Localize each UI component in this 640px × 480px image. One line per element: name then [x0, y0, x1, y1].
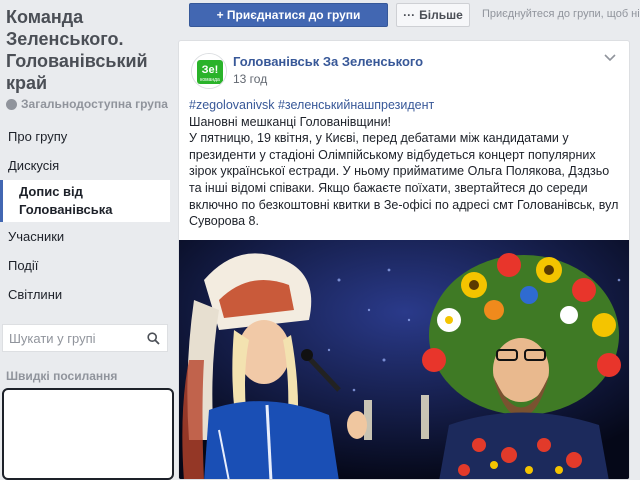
post-greeting: Шановні мешканці Голованівщини! [189, 114, 392, 129]
nav-item-discussion[interactable]: Дискусія [0, 151, 170, 180]
group-title[interactable]: Команда Зеленського. Голованівський край [6, 6, 174, 94]
join-group-button[interactable]: + Приєднатися до групи [189, 3, 388, 27]
group-privacy-label: Загальнодоступна група [21, 97, 168, 111]
globe-icon [6, 98, 17, 110]
quick-links-heading: Швидкі посилання [6, 369, 118, 383]
post-author-name[interactable]: Голованівськ За Зеленського [233, 54, 423, 69]
post-hashtags[interactable]: #zegolovanivsk #зеленськийнашпрезидент [189, 97, 619, 114]
nav-item-photos[interactable]: Світлини [0, 280, 170, 309]
page-avatar[interactable]: Зе! команда [191, 53, 227, 89]
join-hint: Приєднуйтеся до групи, щоб ні [482, 8, 640, 20]
more-button[interactable]: ··· Більше [396, 3, 470, 27]
redacted-content [12, 398, 152, 474]
group-nav: Про групу Дискусія Допис від Голованівсь… [0, 122, 170, 309]
redacted-region [2, 388, 174, 480]
avatar-logo-subtext: команда [200, 77, 220, 83]
post-body: #zegolovanivsk #зеленськийнашпрезидент Ш… [189, 97, 619, 230]
nav-item-events[interactable]: Події [0, 251, 170, 280]
more-dots-icon: ··· [403, 8, 416, 22]
left-sidebar: Команда Зеленського. Голованівський край… [0, 0, 178, 480]
post-photo[interactable] [179, 240, 629, 479]
search-icon[interactable] [143, 328, 163, 348]
post-card: Зе! команда Голованівськ За Зеленського … [178, 40, 630, 480]
post-timestamp[interactable]: 13 год [233, 72, 267, 86]
nav-item-post-from-holovanivsk[interactable]: Допис від Голованівська [0, 180, 170, 222]
more-label: Більше [419, 8, 463, 22]
avatar-logo-text: Зе! [202, 64, 219, 76]
search-input[interactable] [3, 330, 143, 346]
nav-item-about[interactable]: Про групу [0, 122, 170, 151]
group-privacy: Загальнодоступна група [6, 97, 168, 111]
join-group-label: + Приєднатися до групи [216, 8, 361, 22]
hashtag-links[interactable]: #zegolovanivsk #зеленськийнашпрезидент [189, 98, 434, 112]
chevron-down-icon[interactable] [603, 53, 617, 63]
nav-item-members[interactable]: Учасники [0, 222, 170, 251]
group-search [2, 324, 168, 352]
post-paragraph: У пятницю, 19 квітня, у Києві, перед деб… [189, 131, 619, 229]
